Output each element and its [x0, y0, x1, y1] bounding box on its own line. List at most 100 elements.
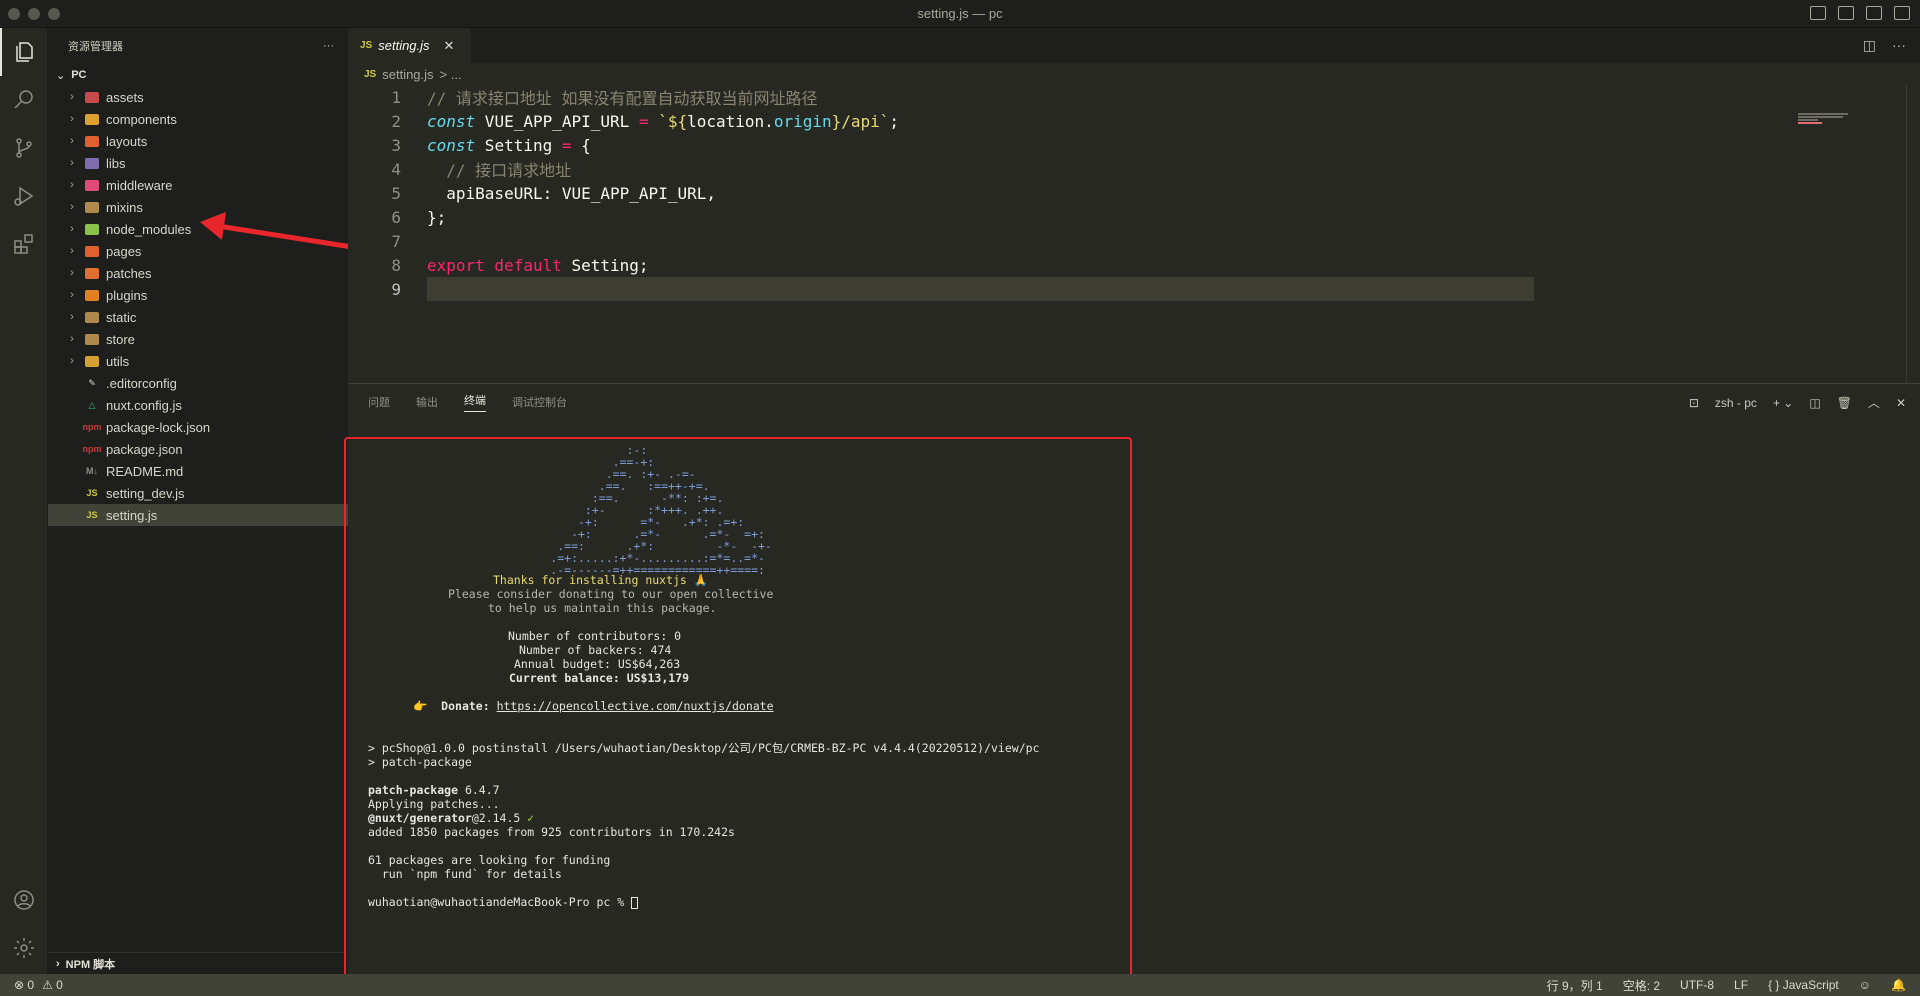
- feedback-icon[interactable]: ☺: [1859, 978, 1871, 992]
- tree-item-label: package-lock.json: [106, 419, 211, 435]
- tree-item-label: pages: [106, 243, 142, 259]
- indentation[interactable]: 空格: 2: [1623, 977, 1660, 994]
- chevron-right-icon: ›: [70, 223, 74, 235]
- tree-item-label: package.json: [106, 441, 183, 457]
- terminal-icon: ⊡: [1688, 395, 1699, 410]
- trash-icon[interactable]: 🗑: [1837, 396, 1852, 410]
- account-icon[interactable]: [0, 876, 48, 924]
- terminal-prompt[interactable]: wuhaotian@wuhaotiandeMacBook-Pro pc %: [368, 895, 639, 909]
- folder-shape: [85, 355, 99, 367]
- file-icon: JS: [86, 510, 98, 520]
- toggle-panel-icon[interactable]: [1838, 6, 1854, 20]
- end-of-line[interactable]: LF: [1734, 978, 1748, 992]
- tree-item-label: node_modules: [106, 221, 192, 237]
- tree-folder[interactable]: › utils: [48, 350, 348, 372]
- tree-folder[interactable]: › static: [48, 306, 348, 328]
- tree-file[interactable]: M↓ README.md: [48, 460, 348, 482]
- tree-file[interactable]: JS setting_dev.js: [48, 482, 348, 504]
- editor-tabs: JS setting.js ✕ ◫ ···: [348, 28, 1920, 63]
- terminal-output[interactable]: :-: .==-+: .==. :+- .-=- .==. :==++-+=. …: [348, 439, 1138, 979]
- tab-terminal[interactable]: 终端: [464, 392, 486, 412]
- applying-line: Applying patches...: [368, 797, 500, 811]
- tree-file[interactable]: npm package.json: [48, 438, 348, 460]
- file-icon: ✎: [88, 377, 96, 388]
- tree-folder[interactable]: › layouts: [48, 130, 348, 152]
- breadcrumb-rest[interactable]: > ...: [440, 67, 462, 82]
- customize-layout-icon[interactable]: [1894, 6, 1910, 20]
- gear-icon[interactable]: [0, 924, 48, 972]
- chevron-right-icon: ›: [70, 333, 74, 345]
- file-icon: M↓: [86, 466, 98, 476]
- bottom-panel: 问题 输出 终端 调试控制台 ⊡ zsh - pc + ⌄ ◫ 🗑 ︿ ✕ :-…: [348, 383, 1920, 974]
- chevron-right-icon: ›: [56, 957, 60, 970]
- npm-scripts-section[interactable]: › NPM 脚本: [48, 952, 348, 974]
- source-control-icon[interactable]: [0, 124, 48, 172]
- minimap[interactable]: [1798, 112, 1908, 132]
- tree-file[interactable]: JS setting.js: [48, 504, 348, 526]
- explorer-sidebar: 资源管理器 ··· ⌄ PC › assets › components › layout…: [48, 28, 348, 974]
- status-right: 行 9，列 1 空格: 2 UTF-8 LF { } JavaScript ☺ …: [1547, 977, 1906, 994]
- tab-setting-js[interactable]: JS setting.js ✕: [348, 28, 471, 63]
- tree-folder[interactable]: › plugins: [48, 284, 348, 306]
- tree-item-label: patches: [106, 265, 152, 281]
- tab-debug-console[interactable]: 调试控制台: [512, 394, 567, 410]
- more-actions-icon[interactable]: ···: [323, 40, 334, 52]
- folder-shape: [85, 157, 99, 169]
- pointing-hand-icon: 👉: [413, 699, 442, 713]
- close-icon[interactable]: ✕: [444, 38, 455, 54]
- explorer-header: 资源管理器 ···: [48, 28, 348, 64]
- donate-line: 👉 Donate: https://opencollective.com/nux…: [413, 699, 774, 713]
- file-icon: npm: [82, 444, 102, 454]
- code-line: 8 export default Setting;: [391, 255, 649, 275]
- split-terminal-icon[interactable]: ◫: [1809, 396, 1820, 410]
- window-title: setting.js — pc: [917, 6, 1003, 21]
- tree-folder[interactable]: › assets: [48, 86, 348, 108]
- donate-link[interactable]: https://opencollective.com/nuxtjs/donate: [497, 699, 774, 713]
- tree-folder[interactable]: › store: [48, 328, 348, 350]
- language-mode[interactable]: { } JavaScript: [1768, 978, 1839, 992]
- split-editor-icon[interactable]: ◫: [1863, 37, 1876, 54]
- tree-file[interactable]: npm package-lock.json: [48, 416, 348, 438]
- close-panel-icon[interactable]: ✕: [1896, 396, 1906, 410]
- tab-problems[interactable]: 问题: [368, 394, 390, 410]
- funding-line-1: 61 packages are looking for funding: [368, 853, 611, 867]
- tree-item-label: README.md: [106, 463, 184, 479]
- current-line: 9: [348, 277, 1908, 301]
- problems-status[interactable]: ⊗ 0 ⚠ 0: [14, 978, 63, 992]
- encoding[interactable]: UTF-8: [1680, 978, 1714, 992]
- tree-folder[interactable]: › middleware: [48, 174, 348, 196]
- extensions-icon[interactable]: [0, 220, 48, 268]
- explorer-icon[interactable]: [0, 28, 48, 76]
- folder-shape: [85, 223, 99, 235]
- search-icon[interactable]: [0, 76, 48, 124]
- toggle-sidebar-icon[interactable]: [1810, 6, 1826, 20]
- tree-folder[interactable]: › libs: [48, 152, 348, 174]
- terminal-shell-label[interactable]: zsh - pc: [1715, 396, 1757, 410]
- tree-item-label: setting.js: [106, 507, 158, 523]
- editor-scrollbar[interactable]: [1906, 85, 1920, 383]
- tree-folder[interactable]: › components: [48, 108, 348, 130]
- workspace-root[interactable]: ⌄ PC: [48, 64, 348, 86]
- bell-icon[interactable]: 🔔: [1891, 978, 1906, 992]
- folder-icon: [84, 310, 100, 324]
- tab-label: setting.js: [378, 38, 430, 53]
- folder-icon: [84, 244, 100, 258]
- cursor-position[interactable]: 行 9，列 1: [1547, 977, 1603, 994]
- toggle-secondary-sidebar-icon[interactable]: [1866, 6, 1882, 20]
- breadcrumb-file[interactable]: setting.js: [382, 67, 433, 82]
- chevron-right-icon: ›: [70, 245, 74, 257]
- tab-output[interactable]: 输出: [416, 394, 438, 410]
- tree-item-label: static: [106, 309, 137, 325]
- run-debug-icon[interactable]: [0, 172, 48, 220]
- chevron-right-icon: ›: [70, 157, 74, 169]
- new-terminal-icon[interactable]: + ⌄: [1773, 396, 1793, 410]
- tree-file[interactable]: ✎ .editorconfig: [48, 372, 348, 394]
- maximize-panel-icon[interactable]: ︿: [1868, 394, 1880, 411]
- tree-folder[interactable]: › patches: [48, 262, 348, 284]
- folder-shape: [85, 333, 99, 345]
- tree-item-label: nuxt.config.js: [106, 397, 182, 413]
- code-area[interactable]: 1// 请求接口地址 如果没有配置自动获取当前网址路径 2 const VUE_A…: [348, 85, 1908, 301]
- folder-shape: [85, 135, 99, 147]
- more-actions-icon[interactable]: ···: [1892, 37, 1906, 54]
- tree-file[interactable]: △ nuxt.config.js: [48, 394, 348, 416]
